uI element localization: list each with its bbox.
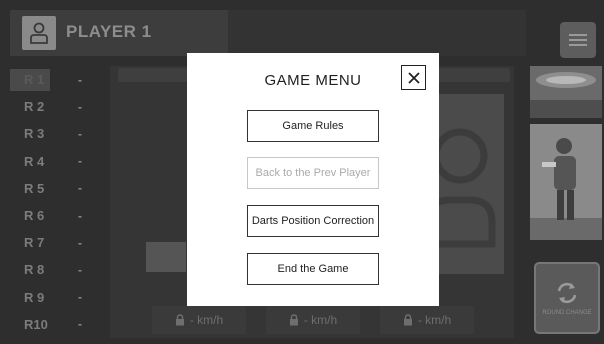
game-menu-dialog: GAME MENU Game Rules Back to the Prev Pl… [187,53,439,306]
round-value: - [78,72,82,87]
round-row: R 6 - [10,202,104,229]
header-score-area [228,10,526,56]
round-row: R 4 - [10,148,104,175]
player-name: PLAYER 1 [66,22,152,41]
round-label: R 1 [10,68,50,91]
speed-slot: - km/h [266,306,360,334]
round-change-button[interactable]: ROUND CHANGE [534,262,600,334]
round-value: - [78,317,82,332]
round-label: R 2 [24,99,45,115]
round-label: R 3 [24,126,45,142]
round-row: R10 - [10,311,104,338]
speed-slot: - km/h [380,306,474,334]
dart-marker [146,242,186,272]
round-row: R 9 - [10,284,104,311]
round-value: - [78,126,82,141]
lock-icon [175,314,184,326]
round-row: R 5 - [10,175,104,202]
user-icon [22,16,56,50]
darts-position-correction-button[interactable]: Darts Position Correction [247,205,379,237]
close-button[interactable] [401,65,426,90]
round-value: - [78,181,82,196]
back-to-prev-player-button[interactable]: Back to the Prev Player [247,157,379,189]
round-list: R 1- R 2- R 3- R 4- R 5- R 6- R 7- R 8- … [10,66,104,338]
round-label: R 7 [24,235,45,251]
round-change-label: ROUND CHANGE [542,309,592,316]
round-row: R 7 - [10,229,104,256]
round-row: R 1 - [10,66,104,93]
round-label: R 4 [24,153,45,169]
round-value: - [78,262,82,277]
round-value: - [78,235,82,250]
speed-value: - km/h [417,313,452,327]
speed-value: - km/h [189,313,224,327]
end-game-button[interactable]: End the Game [247,253,379,285]
speed-value: - km/h [303,313,338,327]
round-label: R 5 [24,180,45,196]
close-icon [407,71,420,84]
speed-slot: - km/h [152,306,246,334]
lock-icon [289,314,298,326]
venue-camera-view [530,66,602,118]
round-row: R 3 - [10,120,104,147]
round-label: R 9 [24,289,45,305]
round-row: R 2 - [10,93,104,120]
round-row: R 8 - [10,256,104,283]
game-rules-button[interactable]: Game Rules [247,110,379,142]
round-label: R 6 [24,208,45,224]
player-camera-view [530,124,602,240]
round-value: - [78,154,82,169]
rotate-arrows-icon [557,282,577,303]
hamburger-icon[interactable] [560,22,596,58]
round-label: R10 [24,316,48,332]
round-value: - [78,290,82,305]
round-value: - [78,99,82,114]
lock-icon [403,314,412,326]
round-label: R 8 [24,262,45,278]
round-value: - [78,208,82,223]
